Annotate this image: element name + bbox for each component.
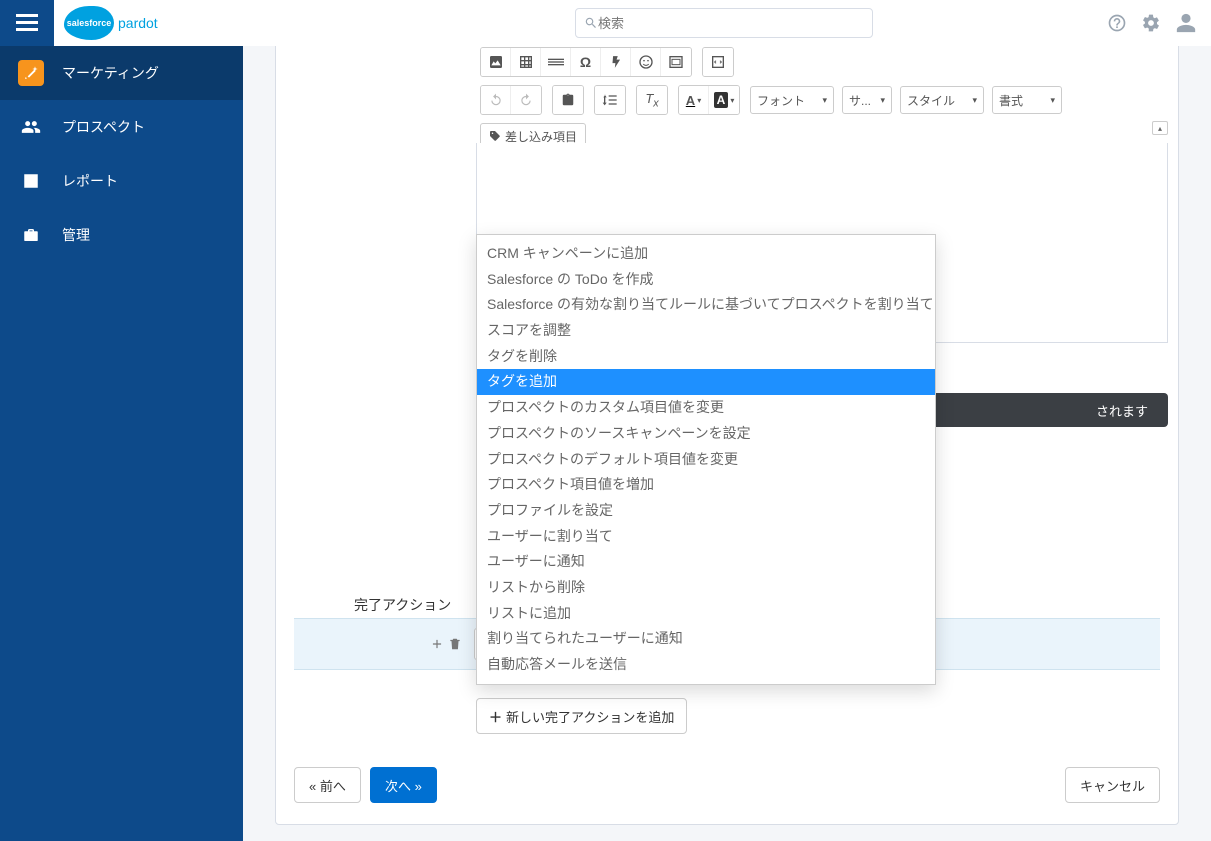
dropdown-item[interactable]: 自動応答メールを送信 — [477, 652, 935, 678]
main-area: Ω — [243, 46, 1211, 841]
dropdown-item[interactable]: ユーザーに割り当て — [477, 524, 935, 550]
dropdown-item[interactable]: ユーザーに通知 — [477, 549, 935, 575]
lineheight-icon[interactable] — [595, 86, 625, 114]
dropdown-item[interactable]: 割り当てられたユーザーに通知 — [477, 626, 935, 652]
header-actions — [1107, 0, 1197, 46]
dropdown-item[interactable]: プロスペクトのソースキャンペーンを設定 — [477, 421, 935, 447]
dropdown-item[interactable]: リストから削除 — [477, 575, 935, 601]
sidebar-item-label: マーケティング — [62, 63, 159, 83]
dropdown-item[interactable]: タグを削除 — [477, 344, 935, 370]
undo-icon[interactable] — [481, 86, 511, 114]
sidebar-item-prospects[interactable]: プロスペクト — [0, 100, 243, 154]
salesforce-logo-icon: salesforce — [64, 6, 114, 40]
redo-icon[interactable] — [511, 86, 541, 114]
dropdown-item[interactable]: CRM キャンペーンに追加 — [477, 241, 935, 267]
search-icon — [584, 16, 598, 30]
toolbar-collapse-button[interactable]: ▴ — [1152, 121, 1168, 135]
dropdown-item[interactable]: プロスペクトのカスタム項目値を変更 — [477, 395, 935, 421]
prev-button[interactable]: « 前へ — [294, 767, 361, 803]
sidebar-item-label: プロスペクト — [62, 117, 145, 137]
format-select[interactable]: 書式▾ — [992, 86, 1062, 114]
action-type-dropdown: CRM キャンペーンに追加 Salesforce の ToDo を作成 Sale… — [476, 234, 936, 685]
sidebar-item-label: 管理 — [62, 225, 90, 245]
app-header: salesforce pardot — [0, 0, 1211, 46]
search-field[interactable] — [575, 8, 873, 38]
dropdown-item[interactable]: プロスペクト項目値を増加 — [477, 472, 935, 498]
code-icon[interactable] — [703, 48, 733, 76]
banner-text: されます — [1096, 401, 1148, 420]
completion-actions-label: 完了アクション — [354, 595, 451, 615]
people-icon — [18, 114, 44, 140]
cancel-button[interactable]: キャンセル — [1065, 767, 1160, 803]
dropdown-item[interactable]: Salesforce の有効な割り当てルールに基づいてプロスペクトを割り当て — [477, 292, 935, 318]
style-select[interactable]: スタイル▾ — [900, 86, 984, 114]
sidebar: マーケティング プロスペクト レポート 管理 — [0, 0, 243, 841]
bolt-icon[interactable] — [601, 48, 631, 76]
image-icon[interactable] — [481, 48, 511, 76]
wand-icon — [18, 60, 44, 86]
tag-icon — [489, 130, 501, 142]
hamburger-button[interactable] — [0, 0, 54, 46]
size-select[interactable]: サ...▾ — [842, 86, 892, 114]
pardot-logo-text: pardot — [118, 15, 158, 31]
smiley-icon[interactable] — [631, 48, 661, 76]
chart-icon — [18, 168, 44, 194]
editor-toolbar: Ω — [476, 43, 1168, 153]
bg-color-icon[interactable]: A▾ — [709, 86, 739, 114]
dropdown-item[interactable]: プロスペクトのデフォルト項目値を変更 — [477, 447, 935, 473]
sidebar-item-label: レポート — [62, 171, 118, 191]
dropdown-item[interactable]: Salesforce の ToDo を作成 — [477, 267, 935, 293]
add-completion-action-button[interactable]: ＋ 新しい完了アクションを追加 — [476, 698, 687, 734]
logo: salesforce pardot — [64, 6, 158, 40]
hr-icon[interactable] — [541, 48, 571, 76]
sidebar-item-marketing[interactable]: マーケティング — [0, 46, 243, 100]
briefcase-icon — [18, 222, 44, 248]
clear-format-icon[interactable]: Tx — [637, 86, 667, 114]
content-card: Ω — [275, 42, 1179, 825]
dropdown-item[interactable]: スコアを調整 — [477, 318, 935, 344]
plus-icon[interactable] — [430, 637, 444, 651]
iframe-icon[interactable] — [661, 48, 691, 76]
sidebar-item-reports[interactable]: レポート — [0, 154, 243, 208]
trash-icon[interactable] — [448, 637, 462, 651]
help-icon[interactable] — [1107, 13, 1127, 33]
sidebar-item-admin[interactable]: 管理 — [0, 208, 243, 262]
menu-icon — [16, 14, 38, 32]
user-icon[interactable] — [1175, 12, 1197, 34]
text-color-icon[interactable]: A▾ — [679, 86, 709, 114]
next-button[interactable]: 次へ » — [370, 767, 437, 803]
paste-icon[interactable] — [553, 86, 583, 114]
dropdown-item[interactable]: タグを追加 — [477, 369, 935, 395]
font-select[interactable]: フォント▾ — [750, 86, 834, 114]
search-input[interactable] — [598, 16, 864, 31]
omega-icon[interactable]: Ω — [571, 48, 601, 76]
gear-icon[interactable] — [1141, 13, 1161, 33]
table-icon[interactable] — [511, 48, 541, 76]
dropdown-item[interactable]: リストに追加 — [477, 601, 935, 627]
dropdown-item[interactable]: プロファイルを設定 — [477, 498, 935, 524]
